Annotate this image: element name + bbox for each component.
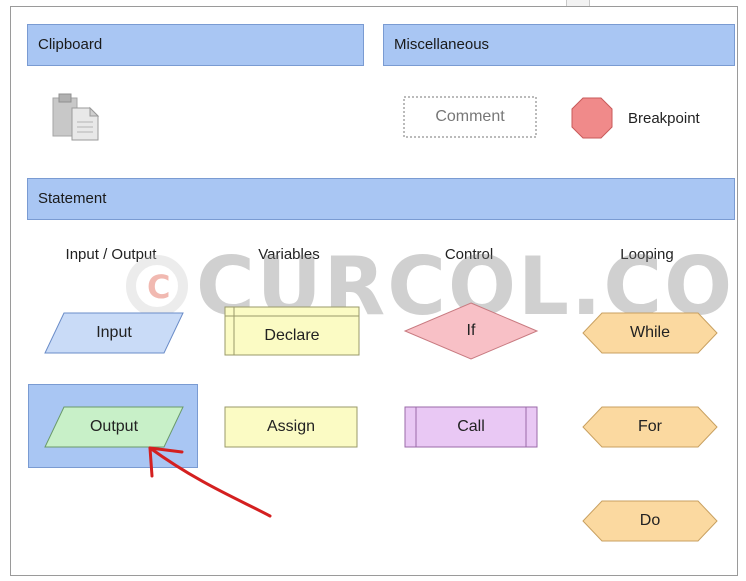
- watermark-c: C: [147, 268, 171, 306]
- while-shape[interactable]: While: [582, 312, 718, 354]
- for-shape[interactable]: For: [582, 406, 718, 448]
- scrollbar-nub[interactable]: [566, 0, 590, 6]
- input-label: Input: [96, 324, 132, 341]
- call-label: Call: [457, 418, 485, 435]
- statement-header: Statement: [27, 178, 735, 220]
- do-label: Do: [639, 512, 661, 529]
- declare-label: Declare: [264, 327, 320, 344]
- if-shape[interactable]: If: [403, 302, 539, 360]
- if-label: If: [466, 322, 476, 339]
- declare-shape[interactable]: Declare: [224, 306, 360, 356]
- input-shape[interactable]: Input: [44, 312, 184, 354]
- octagon-icon[interactable]: [570, 96, 614, 140]
- clipboard-header: Clipboard: [27, 24, 364, 66]
- comment-shape[interactable]: Comment: [403, 96, 537, 138]
- for-label: For: [638, 418, 662, 435]
- comment-label: Comment: [435, 108, 505, 125]
- miscellaneous-header: Miscellaneous: [383, 24, 735, 66]
- clipboard-icon[interactable]: [50, 92, 104, 142]
- breakpoint-label[interactable]: Breakpoint: [628, 96, 724, 140]
- while-label: While: [629, 324, 670, 341]
- call-shape[interactable]: Call: [404, 406, 538, 448]
- do-shape[interactable]: Do: [582, 500, 718, 542]
- annotation-arrow-icon: [148, 446, 272, 518]
